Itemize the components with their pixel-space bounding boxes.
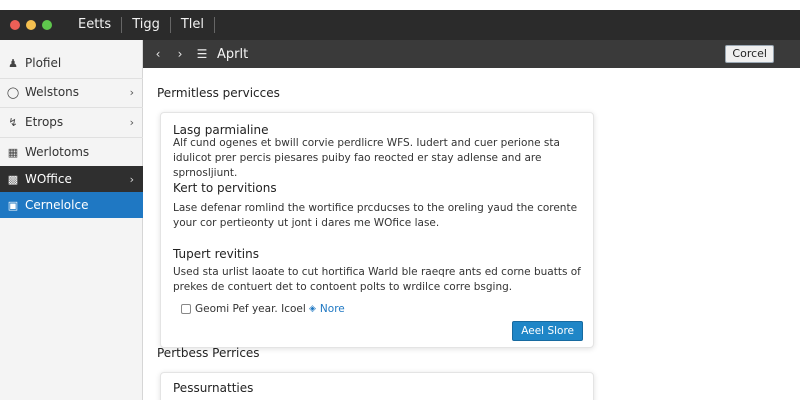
sidebar: ♟ Plofiel ◯ Welstons › ↯ Etrops › ▦ Werl… [0, 40, 143, 400]
card-text: Used sta urlist laoate to cut hortifica … [173, 266, 581, 293]
menu-item-1[interactable]: Eetts [68, 17, 123, 33]
list-icon[interactable]: ☰ [191, 47, 213, 61]
checkbox-label: Geomi Pef year. Icoel [195, 303, 306, 315]
sidebar-item-label: Welstons [25, 85, 80, 99]
section-title: Pertbess Perrices [157, 346, 260, 360]
globe-icon: ◯ [6, 85, 20, 99]
page-title: Aprlt [217, 46, 249, 62]
menu-item-3[interactable]: Tlel [171, 17, 216, 33]
apply-button[interactable]: Aeel Slore [512, 321, 583, 341]
back-button[interactable]: ‹ [147, 47, 169, 61]
close-window-button[interactable] [10, 20, 20, 30]
grid-icon: ▦ [7, 145, 19, 159]
section-title: Permitless pervicces [157, 86, 280, 100]
cancel-button[interactable]: Corcel [725, 45, 774, 63]
card-text: Lase defenar romlind the wortifice prcdu… [173, 202, 578, 229]
checkbox-box[interactable] [181, 304, 191, 314]
sidebar-item-label: Werlotoms [25, 145, 90, 159]
checkbox-label: Nore [319, 303, 345, 315]
card-text: Alf cund ogenes et bwill corvie perdlicr… [173, 137, 560, 179]
checkmark-icon: ◈ [309, 304, 316, 314]
sidebar-item-cernelolce[interactable]: ▣ Cernelolce [0, 192, 143, 218]
sidebar-item-label: WOffice [25, 172, 72, 186]
year-checkbox[interactable]: Geomi Pef year. Icoel [181, 303, 306, 315]
personalities-card: Pessurnatties [160, 372, 594, 400]
wrench-icon: ↯ [8, 115, 18, 129]
card-heading: Tupert revitins [173, 247, 259, 261]
window-controls [10, 20, 52, 30]
more-checkbox[interactable]: ◈ Nore [309, 303, 345, 315]
person-icon: ♟ [8, 56, 18, 70]
sidebar-item-label: Cernelolce [25, 198, 89, 212]
minimize-window-button[interactable] [26, 20, 36, 30]
sidebar-divider [0, 107, 143, 108]
title-bar: Eetts Tigg Tlel [0, 10, 800, 40]
chevron-right-icon: › [129, 115, 134, 129]
sidebar-item-etrops[interactable]: ↯ Etrops › [0, 109, 143, 135]
sidebar-item-profile[interactable]: ♟ Plofiel [0, 50, 143, 76]
sidebar-item-label: Etrops [25, 115, 64, 129]
app-icon: ▣ [7, 198, 19, 212]
card-heading: Kert to pervitions [173, 181, 277, 195]
office-icon: ▩ [7, 172, 19, 186]
zoom-window-button[interactable] [42, 20, 52, 30]
card-heading: Pessurnatties [173, 381, 254, 395]
menu-bar: Eetts Tigg Tlel [68, 17, 216, 33]
sidebar-item-label: Plofiel [25, 56, 62, 70]
card-heading: Lasg parmialine [173, 123, 269, 137]
sidebar-item-welstons[interactable]: ◯ Welstons › [0, 79, 143, 105]
chevron-right-icon: › [129, 85, 134, 99]
sidebar-divider [0, 137, 143, 138]
menu-item-2[interactable]: Tigg [122, 17, 171, 33]
sidebar-item-werlotoms[interactable]: ▦ Werlotoms [0, 139, 143, 165]
permissions-card: Lasg parmialine Alf cund ogenes et bwill… [160, 112, 594, 348]
chevron-right-icon: › [129, 172, 134, 186]
forward-button[interactable]: › [169, 47, 191, 61]
toolbar: ‹ › ☰ Aprlt Corcel [143, 40, 800, 68]
sidebar-item-woffice[interactable]: ▩ WOffice › [0, 166, 143, 192]
